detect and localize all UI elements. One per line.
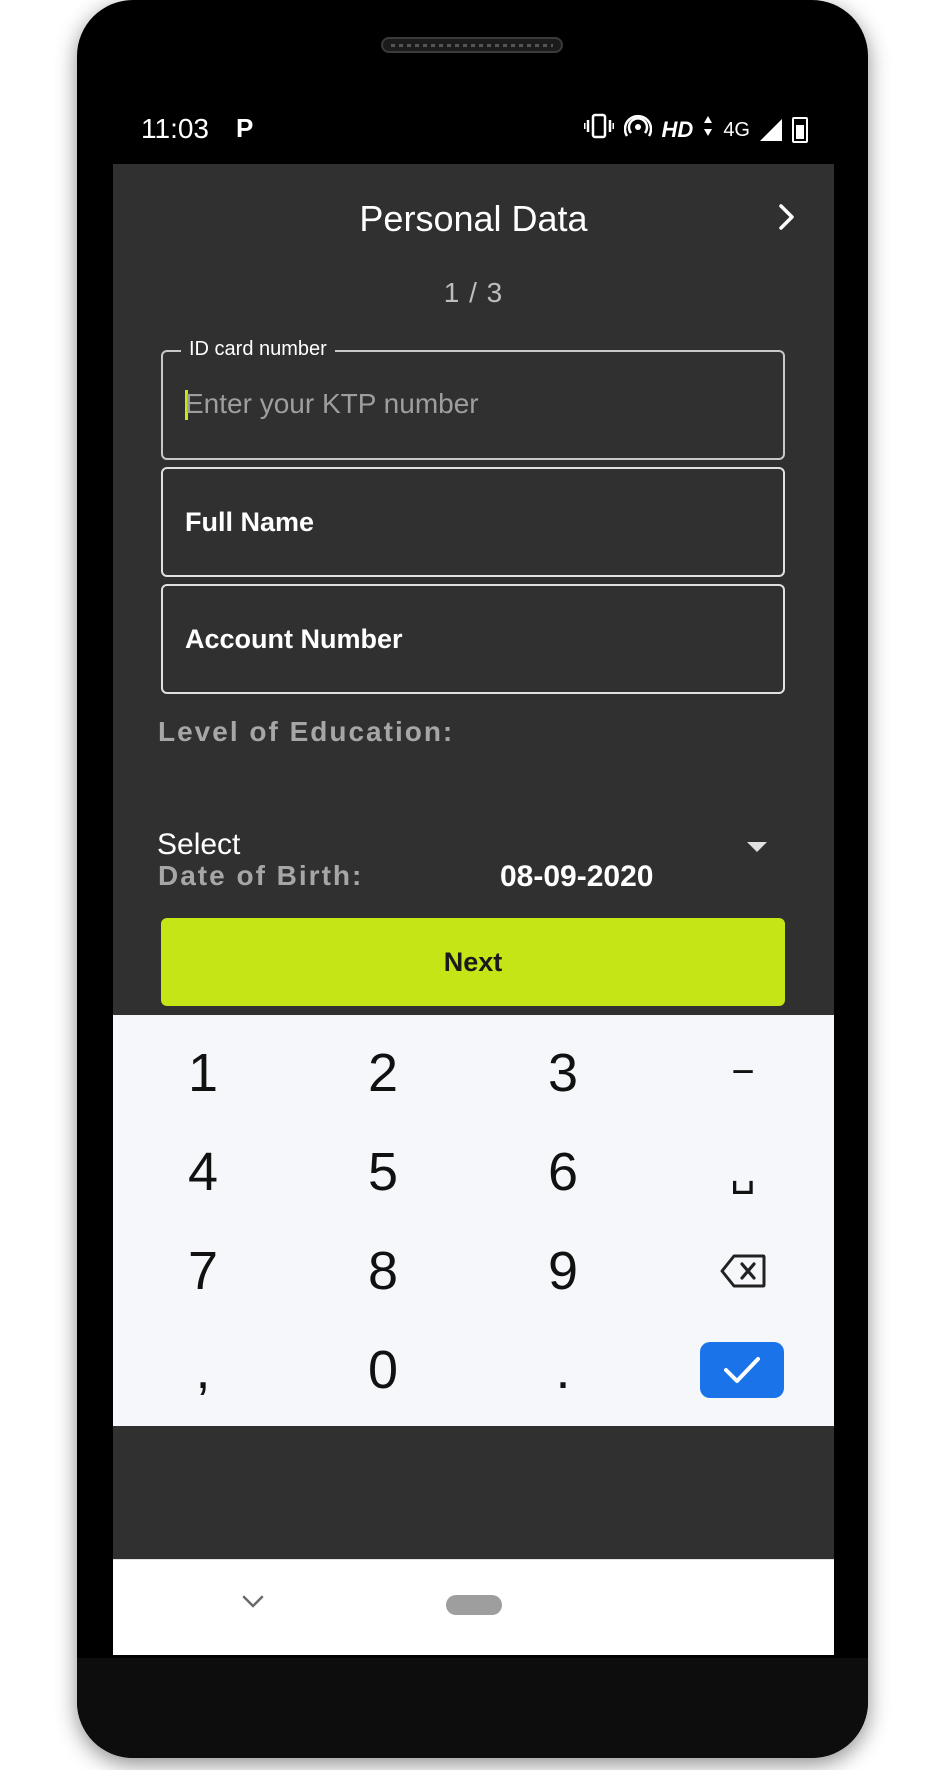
education-label: Level of Education: <box>158 716 455 747</box>
backspace-icon[interactable] <box>653 1221 833 1320</box>
home-pill[interactable] <box>446 1595 502 1615</box>
key-6[interactable]: 6 <box>473 1122 653 1221</box>
key-minus[interactable]: − <box>653 1023 833 1122</box>
key-1[interactable]: 1 <box>113 1023 293 1122</box>
signal-icon <box>760 118 782 141</box>
screen: 11:03 P HD 4G Personal Data 1 / 3 ID car… <box>113 101 834 1655</box>
app-bar: Personal Data <box>113 164 834 264</box>
step-indicator: 1 / 3 <box>443 277 504 308</box>
network-type: 4G <box>723 118 750 141</box>
data-arrows-icon <box>703 114 713 145</box>
full-name-label: Full Name <box>185 507 315 537</box>
account-number-field[interactable]: Account Number <box>161 584 785 694</box>
status-icons: HD 4G <box>583 113 808 146</box>
key-8[interactable]: 8 <box>293 1221 473 1320</box>
key-space[interactable]: ␣ <box>653 1122 833 1221</box>
id-card-placeholder: Enter your KTP number <box>185 388 479 419</box>
status-time: 11:03 <box>141 113 209 144</box>
parking-app-icon: P <box>236 113 254 143</box>
phone-chin <box>77 1658 868 1758</box>
dropdown-caret-icon <box>747 842 767 852</box>
id-card-label: ID card number <box>181 338 335 361</box>
key-comma[interactable]: , <box>113 1320 293 1419</box>
page-title: Personal Data <box>359 198 588 239</box>
account-number-label: Account Number <box>185 624 403 654</box>
key-period[interactable]: . <box>473 1320 653 1419</box>
hotspot-icon <box>623 113 652 146</box>
key-0[interactable]: 0 <box>293 1320 473 1419</box>
earpiece-speaker <box>381 37 563 53</box>
check-icon <box>724 1357 760 1383</box>
dob-label: Date of Birth: <box>158 860 364 891</box>
chevron-right-icon[interactable] <box>770 200 804 234</box>
key-2[interactable]: 2 <box>293 1023 473 1122</box>
done-key[interactable] <box>700 1342 784 1398</box>
full-name-field[interactable]: Full Name <box>161 467 785 577</box>
vibrate-icon <box>583 113 615 146</box>
next-button[interactable]: Next <box>161 918 785 1006</box>
numeric-keyboard: 1 2 3 − 4 5 6 ␣ 7 8 9 , 0 . <box>113 1015 834 1426</box>
system-nav-bar <box>113 1559 834 1655</box>
status-bar: 11:03 P HD 4G <box>113 101 834 164</box>
key-5[interactable]: 5 <box>293 1122 473 1221</box>
key-9[interactable]: 9 <box>473 1221 653 1320</box>
key-3[interactable]: 3 <box>473 1023 653 1122</box>
education-selected: Select <box>157 828 241 861</box>
id-card-field[interactable]: ID card number Enter your KTP number <box>161 338 785 460</box>
key-7[interactable]: 7 <box>113 1221 293 1320</box>
dob-value[interactable]: 08-09-2020 <box>500 860 653 894</box>
battery-charging-icon <box>792 116 808 143</box>
hd-icon: HD <box>661 116 694 142</box>
key-4[interactable]: 4 <box>113 1122 293 1221</box>
hide-keyboard-icon[interactable] <box>241 1592 265 1615</box>
